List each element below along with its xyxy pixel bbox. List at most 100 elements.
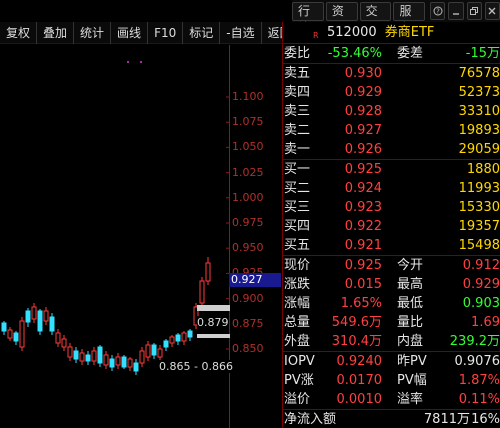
candle-body — [67, 346, 73, 358]
candlestick-chart[interactable]: 1.1001.0751.0501.0251.0000.9750.9500.925… — [0, 45, 282, 428]
bid-row[interactable]: 买三 0.923 15330 — [283, 198, 500, 217]
price-axis-tick: 0.850 — [232, 342, 264, 355]
candle-body — [91, 350, 97, 362]
candle-body — [55, 332, 61, 344]
ask-price: 0.926 — [344, 142, 382, 157]
stat-value: 0.015 — [344, 277, 382, 292]
candle-body — [49, 316, 55, 332]
ask-book: 卖五 0.930 76578 卖四 0.929 52373 卖三 0.928 33310 卖二 0.… — [283, 64, 500, 159]
bid-price: 0.925 — [344, 162, 382, 177]
bid-price: 0.923 — [344, 200, 382, 215]
stat-label: 涨幅 — [284, 296, 311, 311]
ask-price: 0.927 — [344, 123, 382, 138]
candle-body — [157, 348, 163, 358]
chart-annotation-high: 0.879 — [197, 316, 229, 329]
bid-volume: 11993 — [458, 181, 500, 196]
price-axis-tick: 0.950 — [232, 241, 264, 255]
price-axis-tick: 1.075 — [232, 115, 264, 129]
stat-value: 1.65% — [340, 296, 382, 311]
bid-row[interactable]: 买二 0.924 11993 — [283, 179, 500, 198]
bid-price: 0.921 — [344, 238, 382, 253]
restore-icon[interactable] — [466, 2, 482, 20]
ask-price: 0.930 — [344, 66, 382, 81]
candle-body — [115, 356, 121, 366]
candle-body — [199, 280, 205, 304]
stat-label: 总量 — [284, 315, 311, 330]
ask-row[interactable]: 卖五 0.930 76578 — [283, 64, 500, 83]
ask-row[interactable]: 卖二 0.927 19893 — [283, 121, 500, 140]
stat-value: 0.0170 — [336, 373, 383, 388]
current-price-marker: 0.927 — [229, 273, 281, 287]
bid-row[interactable]: 买四 0.922 19357 — [283, 217, 500, 236]
candle-body — [31, 306, 37, 320]
candle-body — [25, 310, 31, 323]
price-axis-tick: 1.050 — [232, 140, 264, 154]
toolbar-remove-watchlist[interactable]: -自选 — [220, 21, 262, 44]
close-icon[interactable] — [484, 2, 500, 20]
stat-value: 239.2万 — [449, 334, 500, 349]
ask-volume: 76578 — [458, 66, 500, 81]
price-axis-tick: 1.025 — [232, 165, 264, 179]
tab-trade[interactable]: 交易 — [359, 1, 392, 35]
stat-label: PV涨 — [284, 373, 314, 388]
security-header: R 512000 券商ETF — [283, 22, 500, 44]
help-icon[interactable]: ? — [430, 2, 446, 20]
tab-market[interactable]: 行情 — [292, 1, 324, 35]
candle-body — [121, 356, 127, 368]
candle-body — [1, 322, 7, 332]
bid-price: 0.924 — [344, 181, 382, 196]
stat-value: 0.9240 — [336, 354, 383, 369]
candle-body — [43, 310, 49, 322]
ask-volume: 52373 — [458, 85, 500, 100]
stat-row: 涨跌 0.015 最高 0.929 — [283, 275, 500, 294]
toolbar-draw-line[interactable]: 画线 — [111, 21, 149, 44]
bid-volume: 15498 — [458, 238, 500, 253]
bid-book: 买一 0.925 1880 买二 0.924 11993 买三 0.923 15330 买四 0.9… — [283, 160, 500, 255]
net-inflow-value: 7811万 — [423, 412, 470, 427]
stat-label: 溢率 — [397, 392, 424, 407]
price-axis-tick: 0.900 — [232, 291, 264, 305]
candle-body — [205, 262, 211, 282]
toolbar-restore-rights[interactable]: 复权 — [0, 21, 38, 44]
bid-volume: 19357 — [458, 219, 500, 234]
candle-body — [61, 338, 67, 348]
candle-body — [181, 332, 187, 342]
bid-price: 0.922 — [344, 219, 382, 234]
toolbar-overlay[interactable]: 叠加 — [37, 21, 75, 44]
stat-label: 外盘 — [284, 334, 311, 349]
svg-text:?: ? — [436, 8, 440, 16]
bid-row[interactable]: 买五 0.921 15498 — [283, 236, 500, 255]
top-menu: 行情 资讯 交易 服务 ? — [292, 0, 500, 35]
candle-body — [7, 329, 13, 339]
price-axis-tick: 1.100 — [232, 90, 264, 103]
stat-value: 0.912 — [462, 258, 500, 273]
net-inflow-extra: 16% — [471, 412, 500, 427]
stat-label: 最低 — [397, 296, 424, 311]
candle-body — [151, 344, 157, 356]
bid-row[interactable]: 买一 0.925 1880 — [283, 160, 500, 179]
toolbar-f10[interactable]: F10 — [148, 21, 184, 44]
net-inflow-row: 净流入额 7811万 16% — [283, 410, 500, 428]
chart-annotation-range: 0.865 - 0.866 — [159, 360, 233, 373]
iopv-block: IOPV 0.9240 昨PV 0.9076 PV涨 0.0170 PV幅 1.87% 溢价 0.… — [283, 352, 500, 409]
toolbar-statistics[interactable]: 统计 — [74, 21, 112, 44]
bid-volume: 15330 — [458, 200, 500, 215]
candle-body — [37, 310, 43, 332]
ask-label: 卖四 — [284, 85, 311, 100]
stats-block: 现价 0.925 今开 0.912 涨跌 0.015 最高 0.929 涨幅 1.65% 最低 0.9… — [283, 256, 500, 351]
bid-label: 买五 — [284, 238, 311, 253]
candle-body — [79, 352, 85, 362]
tab-service[interactable]: 服务 — [393, 1, 426, 35]
stat-value: 549.6万 — [331, 315, 382, 330]
toolbar-mark[interactable]: 标记 — [183, 21, 221, 44]
candle-body — [145, 344, 151, 358]
ask-price: 0.929 — [344, 85, 382, 100]
stat-label: 今开 — [397, 258, 424, 273]
ask-row[interactable]: 卖四 0.929 52373 — [283, 83, 500, 102]
ask-row[interactable]: 卖三 0.928 33310 — [283, 102, 500, 121]
ask-row[interactable]: 卖一 0.926 29059 — [283, 140, 500, 159]
candle-body — [13, 332, 19, 342]
minimize-icon[interactable] — [448, 2, 464, 20]
tab-news[interactable]: 资讯 — [325, 1, 358, 35]
stat-row: 溢价 0.0010 溢率 0.11% — [283, 390, 500, 409]
